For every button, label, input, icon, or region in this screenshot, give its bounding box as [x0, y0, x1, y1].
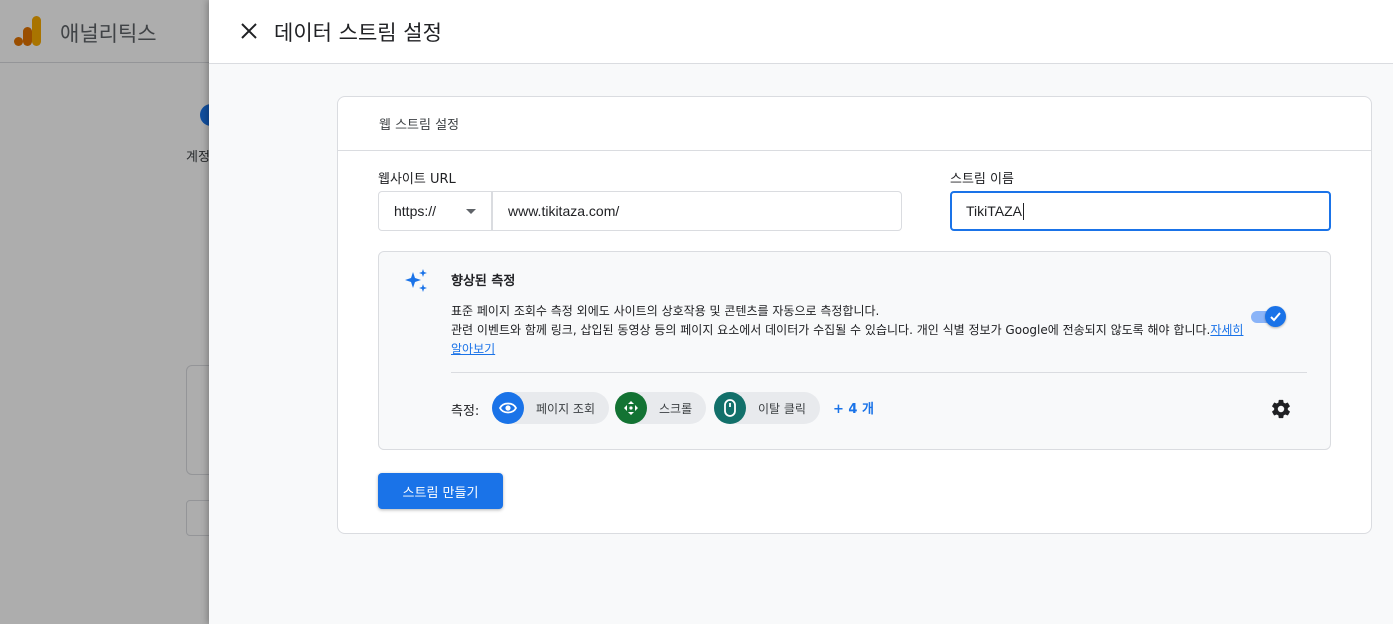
enhanced-measurement-toggle[interactable]	[1249, 305, 1289, 329]
sparkle-icon	[405, 269, 427, 292]
close-icon	[241, 23, 257, 39]
protocol-select[interactable]: https://	[378, 191, 492, 231]
gear-icon[interactable]	[1270, 398, 1292, 420]
eye-icon	[492, 392, 524, 424]
create-stream-button[interactable]: 스트림 만들기	[378, 473, 503, 509]
protocol-value: https://	[394, 203, 437, 219]
chip-label: 페이지 조회	[536, 401, 596, 416]
drawer-header: 데이터 스트림 설정	[209, 0, 1393, 64]
drawer-title: 데이터 스트림 설정	[274, 21, 442, 45]
web-stream-card: 웹 스트림 설정 웹사이트 URL https:// www.tikitaza.…	[337, 96, 1372, 534]
measurements-label: 측정:	[451, 404, 480, 419]
website-url-label: 웹사이트 URL	[378, 172, 456, 187]
card-heading: 웹 스트림 설정	[338, 97, 1371, 151]
stream-name-value: TikiTAZA	[966, 203, 1022, 219]
mouse-icon	[714, 392, 746, 424]
chip-page-view: 페이지 조회	[492, 392, 610, 424]
enhanced-measurement-panel: 향상된 측정 표준 페이지 조회수 측정 외에도 사이트의 상호작용 및 콘텐츠…	[378, 251, 1331, 450]
enhanced-measurement-title: 향상된 측정	[451, 274, 516, 289]
divider	[451, 372, 1307, 373]
close-button[interactable]	[235, 17, 263, 45]
chip-label: 이탈 클릭	[758, 401, 806, 416]
enhanced-measurement-description: 표준 페이지 조회수 측정 외에도 사이트의 상호작용 및 콘텐츠를 자동으로 …	[451, 302, 1251, 359]
scroll-arrows-icon	[615, 392, 647, 424]
description-line-1: 표준 페이지 조회수 측정 외에도 사이트의 상호작용 및 콘텐츠를 자동으로 …	[451, 304, 880, 318]
stream-name-label: 스트림 이름	[950, 172, 1014, 187]
stream-settings-drawer: 데이터 스트림 설정 웹 스트림 설정 웹사이트 URL https:// ww…	[209, 0, 1393, 624]
description-line-2: 관련 이벤트와 함께 링크, 삽입된 동영상 등의 페이지 요소에서 데이터가 …	[451, 321, 1251, 359]
chip-scroll: 스크롤	[615, 392, 707, 424]
stream-name-input[interactable]: TikiTAZA	[950, 191, 1331, 231]
toggle-thumb	[1265, 306, 1286, 327]
check-icon	[1270, 312, 1281, 322]
description-line-2-text: 관련 이벤트와 함께 링크, 삽입된 동영상 등의 페이지 요소에서 데이터가 …	[451, 323, 1211, 337]
dropdown-arrow-icon	[466, 209, 476, 214]
website-url-input[interactable]: www.tikitaza.com/	[492, 191, 902, 231]
chip-label: 스크롤	[659, 401, 693, 416]
text-cursor	[1023, 202, 1024, 220]
website-url-value: www.tikitaza.com/	[508, 203, 620, 219]
chip-outbound-click: 이탈 클릭	[714, 392, 820, 424]
more-measurements-link[interactable]: + 4 개	[833, 398, 874, 417]
